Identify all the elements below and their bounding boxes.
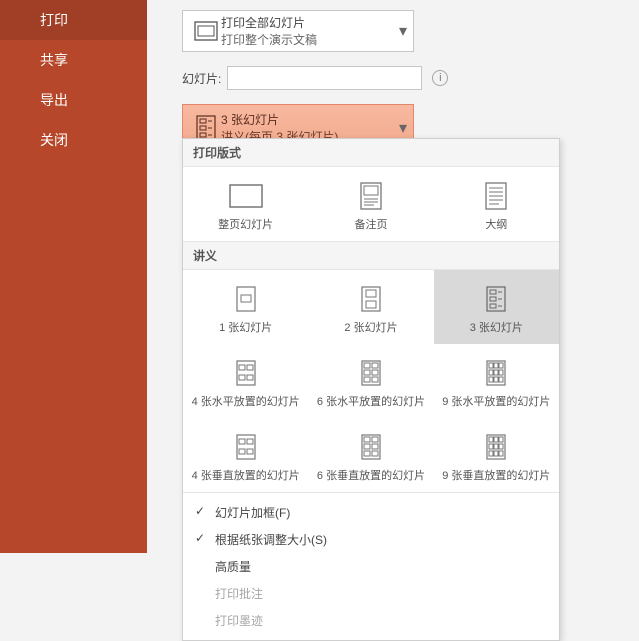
layout-fullpage[interactable]: 整页幻灯片 xyxy=(183,167,308,241)
handout-6h[interactable]: 6 张水平放置的幻灯片 xyxy=(308,344,433,418)
slides-row: 幻灯片: i xyxy=(182,66,639,90)
notes-icon xyxy=(313,180,428,212)
option-print-comments: 打印批注 xyxy=(183,580,559,607)
option-frame[interactable]: ✓ 幻灯片加框(F) xyxy=(183,499,559,526)
section-header-layout: 打印版式 xyxy=(183,139,559,167)
sidebar: 打印 共享 导出 关闭 xyxy=(0,0,147,553)
handout-4v-icon xyxy=(188,431,303,463)
sidebar-item-close[interactable]: 关闭 xyxy=(0,120,147,160)
section-header-handout: 讲义 xyxy=(183,241,559,270)
check-icon: ✓ xyxy=(195,504,205,518)
layout-title: 3 张幻灯片 xyxy=(221,111,393,128)
handout-label: 4 张垂直放置的幻灯片 xyxy=(188,467,303,483)
sidebar-item-print[interactable]: 打印 xyxy=(0,0,147,40)
handout-label: 9 张水平放置的幻灯片 xyxy=(439,393,554,409)
layout-label: 备注页 xyxy=(313,216,428,232)
handout-label: 3 张幻灯片 xyxy=(439,319,554,335)
handout-label: 6 张垂直放置的幻灯片 xyxy=(313,467,428,483)
sidebar-item-label: 共享 xyxy=(40,52,68,68)
handout-3-icon xyxy=(439,283,554,315)
handout-row-2: 4 张水平放置的幻灯片 6 张水平放置的幻灯片 9 张水平放置的幻灯片 xyxy=(183,344,559,418)
handout-label: 6 张水平放置的幻灯片 xyxy=(313,393,428,409)
handout-label: 4 张水平放置的幻灯片 xyxy=(188,393,303,409)
handout-label: 2 张幻灯片 xyxy=(313,319,428,335)
sidebar-item-label: 打印 xyxy=(40,12,68,28)
layout-outline[interactable]: 大纲 xyxy=(434,167,559,241)
sidebar-item-label: 导出 xyxy=(40,92,68,108)
handout-6v[interactable]: 6 张垂直放置的幻灯片 xyxy=(308,418,433,492)
handout-4h[interactable]: 4 张水平放置的幻灯片 xyxy=(183,344,308,418)
outline-icon xyxy=(439,180,554,212)
handout-9h-icon xyxy=(439,357,554,389)
content-area: 打印全部幻灯片 打印整个演示文稿 ▾ 幻灯片: i 3 张幻灯片 讲义(每页 3… xyxy=(147,0,639,553)
sidebar-item-label: 关闭 xyxy=(40,132,68,148)
handout-label: 9 张垂直放置的幻灯片 xyxy=(439,467,554,483)
layout-popup: 打印版式 整页幻灯片 备注页 大纲 讲义 1 张幻灯片 2 张 xyxy=(182,138,560,641)
handout-4h-icon xyxy=(188,357,303,389)
option-high-quality[interactable]: 高质量 xyxy=(183,553,559,580)
handout-3[interactable]: 3 张幻灯片 xyxy=(434,270,559,344)
handout-6h-icon xyxy=(313,357,428,389)
layout-row: 整页幻灯片 备注页 大纲 xyxy=(183,167,559,241)
option-label: 高质量 xyxy=(215,558,251,575)
handout-9v[interactable]: 9 张垂直放置的幻灯片 xyxy=(434,418,559,492)
print-range-subtitle: 打印整个演示文稿 xyxy=(221,31,393,48)
slides-label: 幻灯片: xyxy=(182,70,221,87)
handout-row-3: 4 张垂直放置的幻灯片 6 张垂直放置的幻灯片 9 张垂直放置的幻灯片 xyxy=(183,418,559,492)
sidebar-item-export[interactable]: 导出 xyxy=(0,80,147,120)
handout-2-icon xyxy=(313,283,428,315)
info-icon[interactable]: i xyxy=(432,70,448,86)
options-list: ✓ 幻灯片加框(F) ✓ 根据纸张调整大小(S) 高质量 打印批注 打印墨迹 xyxy=(183,492,559,640)
handout-1-icon xyxy=(188,283,303,315)
handout-1[interactable]: 1 张幻灯片 xyxy=(183,270,308,344)
slide-stack-icon xyxy=(191,14,221,48)
option-label: 打印墨迹 xyxy=(215,612,263,629)
slides-input[interactable] xyxy=(227,66,422,90)
option-print-ink: 打印墨迹 xyxy=(183,607,559,634)
handout-row-1: 1 张幻灯片 2 张幻灯片 3 张幻灯片 xyxy=(183,270,559,344)
print-range-text: 打印全部幻灯片 打印整个演示文稿 xyxy=(221,14,393,48)
layout-label: 大纲 xyxy=(439,216,554,232)
handout-2[interactable]: 2 张幻灯片 xyxy=(308,270,433,344)
handout-9h[interactable]: 9 张水平放置的幻灯片 xyxy=(434,344,559,418)
chevron-down-icon: ▾ xyxy=(393,118,413,138)
option-label: 幻灯片加框(F) xyxy=(215,504,290,521)
option-autosize[interactable]: ✓ 根据纸张调整大小(S) xyxy=(183,526,559,553)
layout-notes[interactable]: 备注页 xyxy=(308,167,433,241)
handout-4v[interactable]: 4 张垂直放置的幻灯片 xyxy=(183,418,308,492)
fullpage-icon xyxy=(188,180,303,212)
handout-6v-icon xyxy=(313,431,428,463)
handout-9v-icon xyxy=(439,431,554,463)
layout-label: 整页幻灯片 xyxy=(188,216,303,232)
option-label: 根据纸张调整大小(S) xyxy=(215,531,327,548)
print-range-dropdown[interactable]: 打印全部幻灯片 打印整个演示文稿 ▾ xyxy=(182,10,414,52)
check-icon: ✓ xyxy=(195,531,205,545)
print-range-title: 打印全部幻灯片 xyxy=(221,14,393,31)
sidebar-item-share[interactable]: 共享 xyxy=(0,40,147,80)
chevron-down-icon: ▾ xyxy=(393,21,413,41)
handout-label: 1 张幻灯片 xyxy=(188,319,303,335)
option-label: 打印批注 xyxy=(215,585,263,602)
